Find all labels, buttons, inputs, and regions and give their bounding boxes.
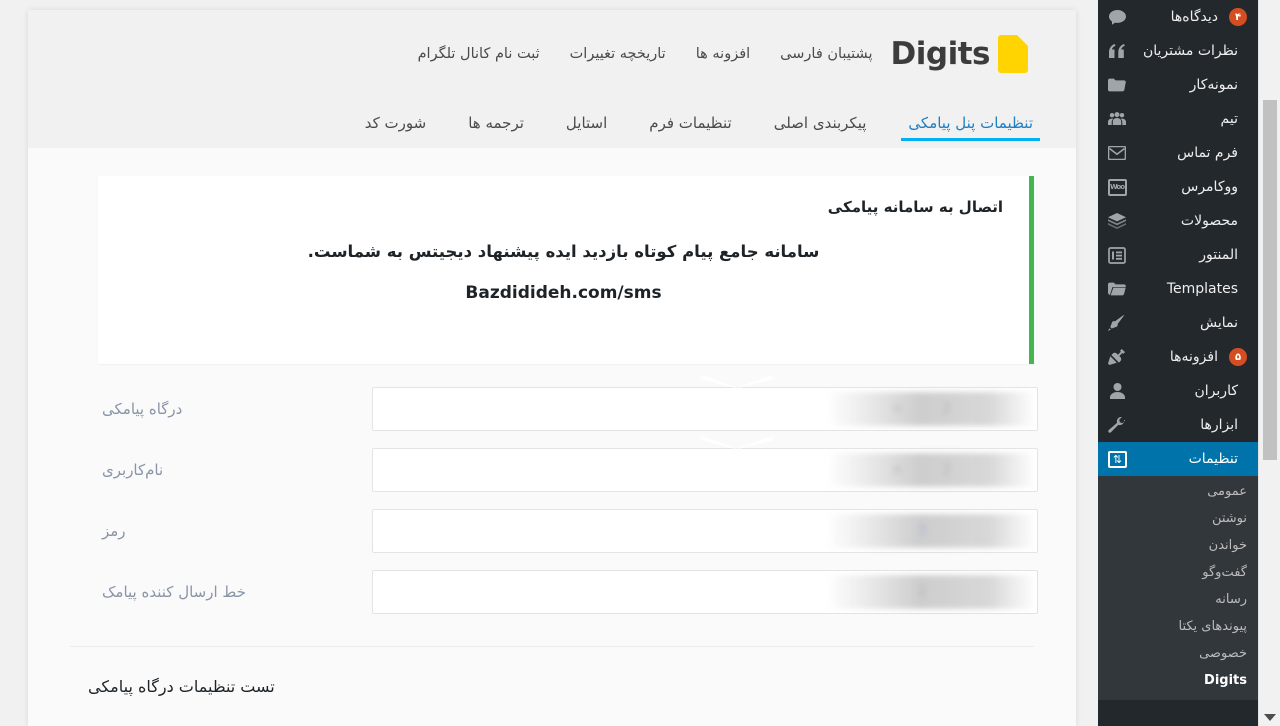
digits-brand: Digits xyxy=(891,35,1028,73)
sms-settings-form: n 2 درگاه پیامکی n 2 نام‌کاربری xyxy=(56,374,1048,622)
sender-field-wrapper: 2 xyxy=(370,569,1038,614)
sms-sender-line-input[interactable] xyxy=(372,569,1038,614)
sidebar-item-settings[interactable]: ⇅ تنظیمات xyxy=(1098,442,1258,476)
sidebar-label-portfolio: نمونه‌کار xyxy=(1189,77,1238,93)
header-link-changelog[interactable]: تاریخچه تغییرات xyxy=(570,46,666,62)
submenu-item-media[interactable]: رسانه xyxy=(1098,586,1258,613)
user-icon xyxy=(1107,381,1127,401)
woo-icon: Woo xyxy=(1107,177,1127,197)
panel-body: اتصال به سامانه پیامکی سامانه جامع پیام … xyxy=(28,148,1076,726)
sidebar-label-testimonials: نظرات مشتریان xyxy=(1142,43,1238,59)
gateway-field-wrapper: n 2 xyxy=(370,374,1038,431)
header-link-support[interactable]: پشتیبان فارسی xyxy=(780,46,872,62)
settings-sliders-icon: ⇅ xyxy=(1107,449,1127,469)
sidebar-item-testimonials[interactable]: نظرات مشتریان xyxy=(1098,34,1258,68)
envelope-icon xyxy=(1107,143,1127,163)
notice-body: سامانه جامع پیام کوتاه بازدید ایده پیشنه… xyxy=(307,242,820,261)
settings-tabs: تنظیمات پنل پیامکی پیکربندی اصلی تنظیمات… xyxy=(28,98,1076,148)
sms-username-input[interactable] xyxy=(372,447,1038,492)
sidebar-label-products: محصولات xyxy=(1180,213,1238,229)
digits-logo-icon xyxy=(998,35,1028,73)
tab-style[interactable]: استایل xyxy=(545,98,628,148)
sidebar-label-comments: دیدگاه‌ها xyxy=(1170,9,1218,25)
form-row-username: n 2 نام‌کاربری xyxy=(70,435,1038,500)
portfolio-folder-icon xyxy=(1107,75,1127,95)
sidebar-item-users[interactable]: کاربران xyxy=(1098,374,1258,408)
sidebar-item-contact-form[interactable]: فرم تماس xyxy=(1098,136,1258,170)
header-link-telegram[interactable]: ثبت نام کانال تلگرام xyxy=(418,46,540,62)
header-link-addons[interactable]: افزونه ها xyxy=(696,46,750,62)
sidebar-item-tools[interactable]: ابزارها xyxy=(1098,408,1258,442)
sidebar-item-products[interactable]: محصولات xyxy=(1098,204,1258,238)
submenu-item-permalinks[interactable]: پیوندهای یکتا xyxy=(1098,613,1258,640)
sidebar-label-elementor: المنتور xyxy=(1199,247,1238,263)
comment-icon xyxy=(1107,7,1127,27)
plugins-badge: ۵ xyxy=(1229,348,1247,366)
panel-header: Digits پشتیبان فارسی افزونه ها تاریخچه ت… xyxy=(28,10,1076,98)
sidebar-item-comments[interactable]: دیدگاه‌ها ۴ xyxy=(1098,0,1258,34)
label-sms-password: رمز xyxy=(102,521,126,540)
sidebar-label-users: کاربران xyxy=(1194,383,1238,399)
sidebar-label-woocommerce: ووکامرس xyxy=(1181,179,1238,195)
label-sms-username: نام‌کاربری xyxy=(102,460,164,479)
password-field-wrapper: 3 xyxy=(370,508,1038,553)
form-row-sender-line: 2 خط ارسال کننده پیامک xyxy=(70,561,1038,622)
submenu-item-reading[interactable]: خواندن xyxy=(1098,532,1258,559)
templates-folder-icon xyxy=(1107,279,1127,299)
sidebar-label-team: تیم xyxy=(1220,111,1238,127)
elementor-icon xyxy=(1107,245,1127,265)
sidebar-item-team[interactable]: تیم xyxy=(1098,102,1258,136)
tab-sms-panel-settings[interactable]: تنظیمات پنل پیامکی xyxy=(887,98,1054,148)
submenu-item-digits[interactable]: Digits xyxy=(1098,667,1258,694)
sms-password-input[interactable] xyxy=(372,508,1038,553)
comments-badge: ۴ xyxy=(1229,8,1247,26)
sidebar-item-templates[interactable]: Templates xyxy=(1098,272,1258,306)
quote-icon xyxy=(1107,41,1127,61)
tab-form-settings[interactable]: تنظیمات فرم xyxy=(628,98,752,148)
form-row-password: 3 رمز xyxy=(70,500,1038,561)
browser-scrollbar[interactable] xyxy=(1258,0,1280,726)
sidebar-item-elementor[interactable]: المنتور xyxy=(1098,238,1258,272)
tools-wrench-icon xyxy=(1107,415,1127,435)
digits-logo-text: Digits xyxy=(890,36,991,72)
appearance-brush-icon xyxy=(1107,313,1127,333)
sidebar-label-settings: تنظیمات xyxy=(1188,451,1238,467)
notice-title: اتصال به سامانه پیامکی xyxy=(827,198,1003,216)
sms-connection-notice: اتصال به سامانه پیامکی سامانه جامع پیام … xyxy=(98,176,1034,364)
scrollbar-thumb[interactable] xyxy=(1263,100,1277,460)
notice-url[interactable]: Bazdidideh.com/sms xyxy=(124,283,1003,303)
sidebar-label-appearance: نمایش xyxy=(1199,315,1238,331)
gateway-test-section-title: تست تنظیمات درگاه پیامکی xyxy=(88,677,275,696)
sidebar-label-plugins: افزونه‌ها xyxy=(1169,349,1218,365)
screen-root: Digits پشتیبان فارسی افزونه ها تاریخچه ت… xyxy=(0,0,1280,726)
section-divider xyxy=(70,646,1034,647)
header-links: پشتیبان فارسی افزونه ها تاریخچه تغییرات … xyxy=(418,46,873,62)
wp-admin-sidebar: دیدگاه‌ها ۴ نظرات مشتریان نمونه‌کار تیم xyxy=(1098,0,1258,726)
settings-submenu: عمومی نوشتن خواندن گفت‌وگو رسانه پیوندها… xyxy=(1098,476,1258,700)
chevron-down-icon[interactable] xyxy=(1264,714,1276,721)
tab-shortcode[interactable]: شورت کد xyxy=(344,98,447,148)
sidebar-label-templates: Templates xyxy=(1166,281,1238,297)
submenu-item-writing[interactable]: نوشتن xyxy=(1098,505,1258,532)
label-sms-sender-line: خط ارسال کننده پیامک xyxy=(102,582,246,601)
label-sms-gateway: درگاه پیامکی xyxy=(102,399,183,418)
sms-gateway-input[interactable] xyxy=(372,386,1038,431)
sidebar-item-woocommerce[interactable]: Woo ووکامرس xyxy=(1098,170,1258,204)
tab-main-configuration[interactable]: پیکربندی اصلی xyxy=(753,98,888,148)
products-box-icon xyxy=(1107,211,1127,231)
username-field-wrapper: n 2 xyxy=(370,435,1038,492)
submenu-item-privacy[interactable]: خصوصی xyxy=(1098,640,1258,667)
tab-translations[interactable]: ترجمه ها xyxy=(447,98,545,148)
plugin-icon xyxy=(1107,347,1127,367)
sidebar-item-plugins[interactable]: افزونه‌ها ۵ xyxy=(1098,340,1258,374)
sidebar-item-portfolio[interactable]: نمونه‌کار xyxy=(1098,68,1258,102)
form-row-gateway: n 2 درگاه پیامکی xyxy=(70,374,1038,439)
sidebar-label-contact-form: فرم تماس xyxy=(1177,145,1238,161)
digits-settings-panel: Digits پشتیبان فارسی افزونه ها تاریخچه ت… xyxy=(28,10,1076,726)
submenu-item-general[interactable]: عمومی xyxy=(1098,478,1258,505)
submenu-item-discussion[interactable]: گفت‌وگو xyxy=(1098,559,1258,586)
sidebar-label-tools: ابزارها xyxy=(1200,417,1238,433)
group-users-icon xyxy=(1107,109,1127,129)
sidebar-item-appearance[interactable]: نمایش xyxy=(1098,306,1258,340)
